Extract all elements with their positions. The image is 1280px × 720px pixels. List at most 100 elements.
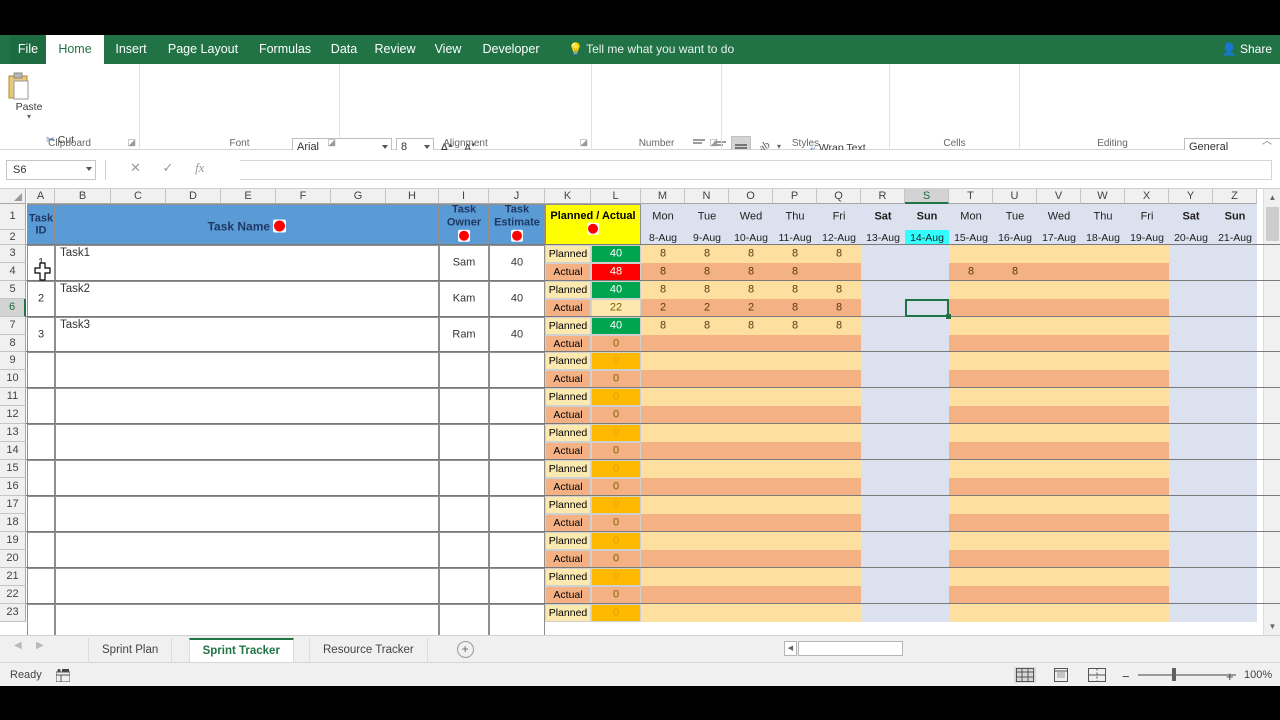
actual-day-cell-Y-16[interactable] [1169, 478, 1213, 496]
task-estimate-cell[interactable] [489, 532, 545, 568]
actual-day-cell-Q-20[interactable] [817, 550, 861, 568]
actual-day-cell-T-22[interactable] [949, 586, 993, 604]
planned-day-cell-R-7[interactable] [861, 317, 905, 335]
planned-day-cell-U-5[interactable] [993, 281, 1037, 299]
actual-day-cell-M-12[interactable] [641, 406, 685, 424]
font-dialog-launcher[interactable]: ◪ [327, 137, 336, 148]
planned-total-cell[interactable]: 0 [591, 496, 641, 514]
planned-label-cell[interactable]: Planned [545, 568, 591, 586]
task-estimate-cell[interactable] [489, 388, 545, 424]
actual-day-cell-P-6[interactable]: 8 [773, 299, 817, 317]
actual-day-cell-O-8[interactable] [729, 335, 773, 352]
actual-total-cell[interactable]: 0 [591, 478, 641, 496]
planned-day-cell-T-13[interactable] [949, 424, 993, 442]
actual-day-cell-M-22[interactable] [641, 586, 685, 604]
actual-day-cell-Q-16[interactable] [817, 478, 861, 496]
date-cell-V[interactable]: 17-Aug [1037, 230, 1081, 245]
planned-day-cell-T-19[interactable] [949, 532, 993, 550]
planned-day-cell-O-13[interactable] [729, 424, 773, 442]
actual-day-cell-V-18[interactable] [1037, 514, 1081, 532]
ribbon-tab-review[interactable]: Review [366, 35, 424, 64]
planned-day-cell-Z-9[interactable] [1213, 352, 1257, 370]
column-header-N[interactable]: N [685, 189, 729, 204]
actual-day-cell-O-4[interactable]: 8 [729, 263, 773, 281]
planned-total-cell[interactable]: 0 [591, 424, 641, 442]
task-name-cell[interactable] [55, 496, 439, 532]
actual-day-cell-M-8[interactable] [641, 335, 685, 352]
planned-day-cell-X-11[interactable] [1125, 388, 1169, 406]
planned-day-cell-N-3[interactable]: 8 [685, 245, 729, 263]
actual-total-cell[interactable]: 0 [591, 514, 641, 532]
actual-day-cell-S-10[interactable] [905, 370, 949, 388]
planned-day-cell-P-23[interactable] [773, 604, 817, 622]
task-owner-cell[interactable]: Sam [439, 245, 489, 281]
planned-label-cell[interactable]: Planned [545, 352, 591, 370]
date-cell-N[interactable]: 9-Aug [685, 230, 729, 245]
planned-day-cell-P-9[interactable] [773, 352, 817, 370]
planned-day-cell-M-11[interactable] [641, 388, 685, 406]
sheet-tab-sprint-tracker[interactable]: Sprint Tracker [188, 638, 294, 662]
planned-day-cell-O-23[interactable] [729, 604, 773, 622]
planned-day-cell-P-13[interactable] [773, 424, 817, 442]
actual-label-cell[interactable]: Actual [545, 550, 591, 568]
actual-day-cell-V-10[interactable] [1037, 370, 1081, 388]
planned-day-cell-P-7[interactable]: 8 [773, 317, 817, 335]
planned-day-cell-Y-7[interactable] [1169, 317, 1213, 335]
actual-day-cell-N-22[interactable] [685, 586, 729, 604]
planned-day-cell-Q-9[interactable] [817, 352, 861, 370]
actual-label-cell[interactable]: Actual [545, 514, 591, 532]
planned-day-cell-O-3[interactable]: 8 [729, 245, 773, 263]
actual-day-cell-Y-20[interactable] [1169, 550, 1213, 568]
zoom-slider[interactable] [1138, 674, 1236, 676]
clipboard-dialog-launcher[interactable]: ◪ [127, 137, 136, 148]
planned-day-cell-U-13[interactable] [993, 424, 1037, 442]
date-cell-Z[interactable]: 21-Aug [1213, 230, 1257, 245]
column-header-B[interactable]: B [55, 189, 111, 204]
task-estimate-cell[interactable] [489, 568, 545, 604]
actual-day-cell-Z-12[interactable] [1213, 406, 1257, 424]
planned-day-cell-N-19[interactable] [685, 532, 729, 550]
actual-day-cell-W-4[interactable] [1081, 263, 1125, 281]
actual-day-cell-R-8[interactable] [861, 335, 905, 352]
actual-total-cell[interactable]: 0 [591, 550, 641, 568]
ribbon-tab-view[interactable]: View [424, 35, 472, 64]
actual-day-cell-R-4[interactable] [861, 263, 905, 281]
name-box[interactable]: S6 [6, 160, 96, 180]
vertical-scrollbar[interactable]: ▲ ▼ [1263, 189, 1280, 635]
actual-label-cell[interactable]: Actual [545, 335, 591, 352]
planned-day-cell-X-23[interactable] [1125, 604, 1169, 622]
task-owner-cell[interactable]: Kam [439, 281, 489, 317]
row-header-5[interactable]: 5 [0, 281, 26, 299]
actual-day-cell-P-12[interactable] [773, 406, 817, 424]
planned-day-cell-X-3[interactable] [1125, 245, 1169, 263]
planned-day-cell-Z-15[interactable] [1213, 460, 1257, 478]
task-id-cell[interactable] [27, 352, 55, 388]
paste-button[interactable]: Paste ▾ [6, 72, 52, 121]
row-header-4[interactable]: 4 [0, 263, 26, 281]
actual-day-cell-W-10[interactable] [1081, 370, 1125, 388]
task-name-cell[interactable]: Task1 [55, 245, 439, 281]
row-header-19[interactable]: 19 [0, 532, 26, 550]
actual-day-cell-T-6[interactable] [949, 299, 993, 317]
planned-day-cell-Y-23[interactable] [1169, 604, 1213, 622]
actual-day-cell-U-4[interactable]: 8 [993, 263, 1037, 281]
actual-day-cell-M-16[interactable] [641, 478, 685, 496]
actual-day-cell-N-20[interactable] [685, 550, 729, 568]
ribbon-tab-page-layout[interactable]: Page Layout [158, 35, 248, 64]
planned-day-cell-T-17[interactable] [949, 496, 993, 514]
planned-day-cell-V-19[interactable] [1037, 532, 1081, 550]
actual-day-cell-O-16[interactable] [729, 478, 773, 496]
task-name-cell[interactable] [55, 568, 439, 604]
actual-day-cell-R-20[interactable] [861, 550, 905, 568]
planned-day-cell-Q-23[interactable] [817, 604, 861, 622]
planned-day-cell-P-17[interactable] [773, 496, 817, 514]
actual-day-cell-X-20[interactable] [1125, 550, 1169, 568]
row-header-14[interactable]: 14 [0, 442, 26, 460]
row-header-3[interactable]: 3 [0, 245, 26, 263]
actual-day-cell-X-16[interactable] [1125, 478, 1169, 496]
horizontal-scroll-thumb[interactable] [798, 641, 903, 656]
header-task-id[interactable]: Task ID [27, 204, 55, 245]
actual-day-cell-S-12[interactable] [905, 406, 949, 424]
planned-day-cell-M-3[interactable]: 8 [641, 245, 685, 263]
task-name-cell[interactable] [55, 532, 439, 568]
